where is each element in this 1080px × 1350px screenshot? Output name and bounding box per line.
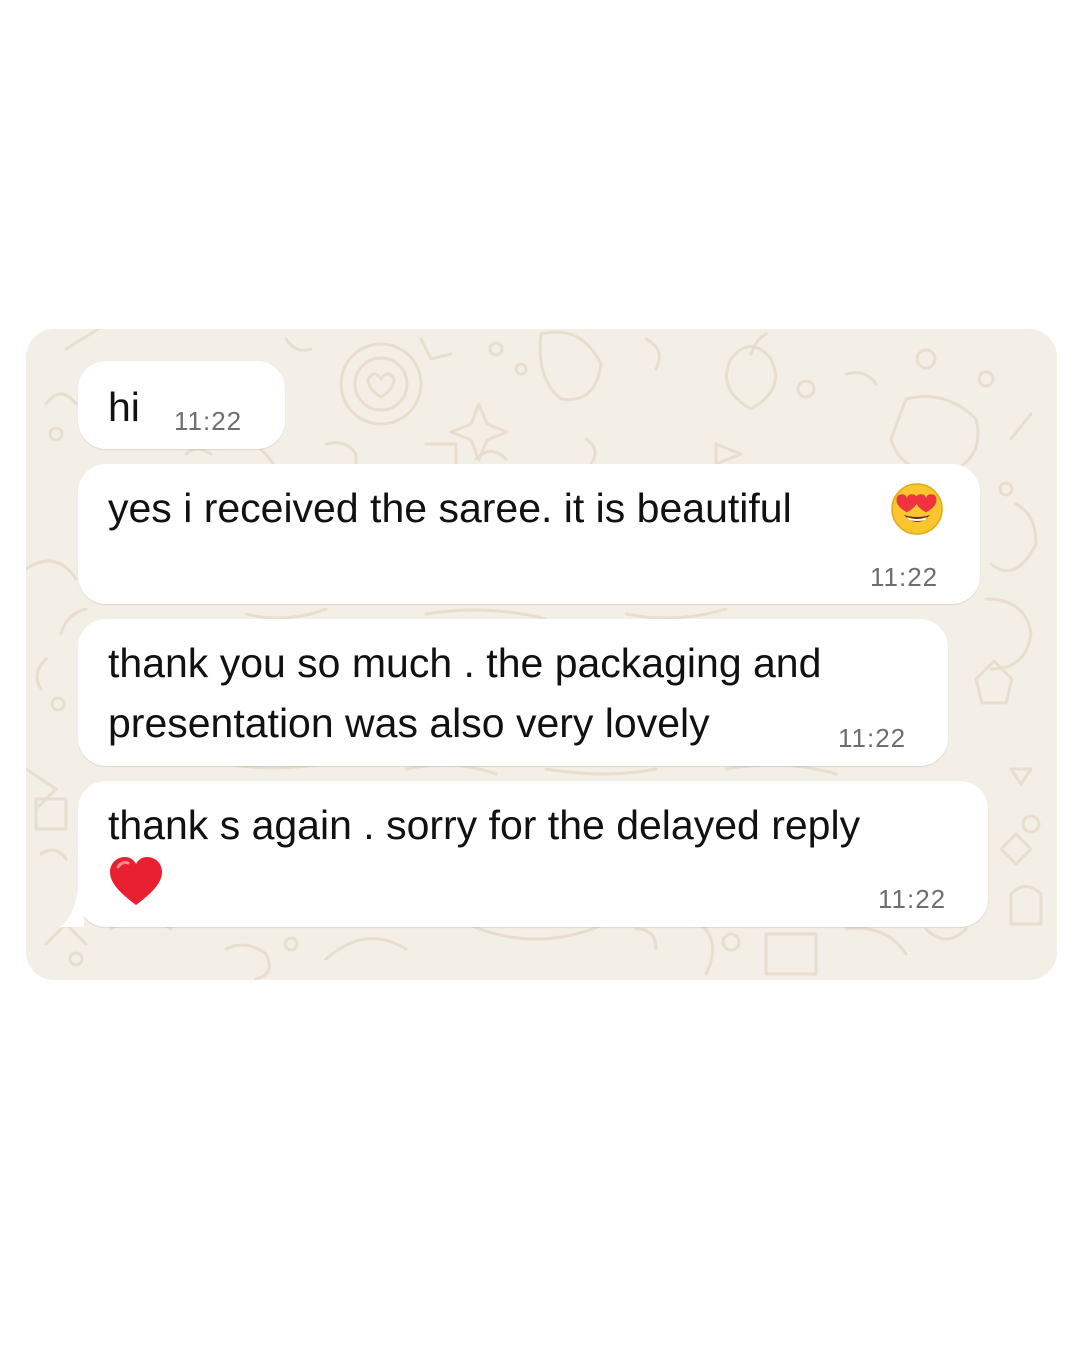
page: hi 11:22 yes i received the saree. it is… <box>0 0 1080 1350</box>
message-text: thank s again . sorry for the delayed re… <box>108 802 861 848</box>
message-timestamp: 11:22 <box>174 406 243 436</box>
message-bubble[interactable]: thank s again . sorry for the delayed re… <box>78 781 988 927</box>
heart-eyes-emoji <box>891 483 943 535</box>
message-timestamp: 11:22 <box>870 562 939 592</box>
red-heart-emoji <box>110 857 162 905</box>
message-bubble[interactable]: thank you so much . the packaging and pr… <box>78 619 948 766</box>
message-text-line: presentation was also very lovely <box>108 700 710 746</box>
message-bubble[interactable]: hi 11:22 <box>78 361 285 449</box>
message-timestamp: 11:22 <box>838 723 907 753</box>
message-text: yes i received the saree. it is beautifu… <box>108 485 792 531</box>
message-text: hi <box>108 384 140 430</box>
message-text-line: thank you so much . the packaging and <box>108 640 822 686</box>
chat-panel[interactable]: hi 11:22 yes i received the saree. it is… <box>26 329 1057 980</box>
message-timestamp: 11:22 <box>878 884 947 914</box>
message-bubble[interactable]: yes i received the saree. it is beautifu… <box>78 464 980 604</box>
bubble-tail <box>60 889 84 927</box>
